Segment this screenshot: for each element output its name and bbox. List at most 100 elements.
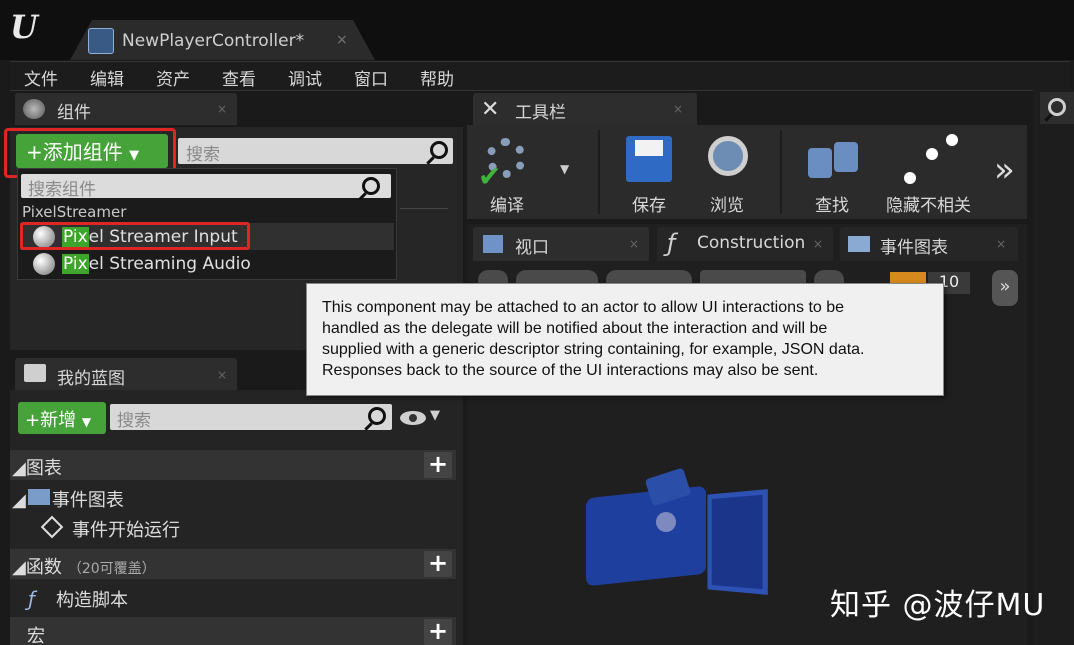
close-icon[interactable]: ×	[217, 102, 227, 116]
menu-view[interactable]: 查看	[222, 65, 256, 90]
book-icon	[24, 364, 46, 382]
menu-asset[interactable]: 资产	[156, 65, 190, 90]
magnifier-icon	[708, 136, 748, 176]
save-button[interactable]	[626, 136, 672, 182]
add-function-button[interactable]: +	[424, 551, 452, 577]
section-functions-label: ◢函数 （20可覆盖）	[12, 557, 156, 578]
menu-bar: 文件 编辑 资产 查看 调试 窗口 帮助	[10, 61, 1070, 91]
floppy-icon	[635, 140, 663, 156]
search-icon	[430, 141, 448, 159]
menu-edit[interactable]: 编辑	[90, 65, 124, 90]
node-dot	[946, 134, 958, 146]
camera-knob-shape	[656, 512, 676, 532]
add-macro-button[interactable]: +	[424, 619, 452, 645]
save-label: 保存	[632, 196, 666, 216]
tooltip-line: handled as the delegate will be notified…	[322, 320, 828, 337]
tab-event-graph[interactable]: 事件图表 ×	[840, 227, 1018, 261]
toolbar-separator	[780, 130, 782, 214]
dropdown-category-label: PixelStreamer	[22, 203, 127, 221]
menu-debug[interactable]: 调试	[288, 65, 322, 90]
compile-label: 编译	[490, 196, 524, 216]
close-icon[interactable]: ×	[813, 237, 823, 251]
components-search-placeholder: 搜索	[186, 145, 220, 165]
tooltip-line: This component may be attached to an act…	[322, 299, 845, 316]
viewport-icon	[483, 235, 503, 253]
components-icon	[23, 99, 45, 119]
toolbar-separator	[598, 130, 600, 214]
close-icon[interactable]: ×	[673, 102, 683, 116]
blueprint-search-input[interactable]	[110, 404, 392, 430]
blueprint-search-placeholder: 搜索	[117, 411, 151, 431]
tooltip-line: Responses back to the source of the UI i…	[322, 362, 819, 379]
construction-script-item[interactable]: 构造脚本	[56, 586, 128, 612]
close-icon[interactable]: ×	[629, 237, 639, 251]
begin-play-event-item[interactable]: 事件开始运行	[72, 516, 180, 542]
list-item-text: el Streaming Audio	[88, 254, 251, 274]
blueprint-class-icon	[88, 28, 114, 54]
viewport-overflow-icon[interactable]: »	[992, 270, 1018, 306]
camera-lens-shape	[707, 489, 768, 595]
document-tab-label: NewPlayerController*	[122, 31, 305, 51]
find-button[interactable]	[806, 138, 862, 184]
tab-viewport-label: 视口	[515, 238, 549, 258]
tab-components-label: 组件	[57, 103, 91, 123]
tab-construction[interactable]: ƒ Construction ×	[657, 227, 833, 261]
compile-button[interactable]: ✔	[478, 134, 534, 193]
tab-components[interactable]: 组件 ×	[15, 93, 237, 125]
binoculars-icon	[808, 148, 832, 178]
component-sphere-icon	[33, 253, 55, 275]
list-item-label: Pixel Streaming Audio	[62, 254, 251, 274]
menu-file[interactable]: 文件	[24, 65, 58, 90]
browse-label: 浏览	[710, 196, 744, 216]
watermark-text: 知乎 @波仔MU	[830, 588, 1046, 623]
section-macros[interactable]	[10, 617, 456, 645]
checkmark-icon: ✔	[478, 160, 502, 193]
eye-icon[interactable]	[400, 411, 426, 425]
tab-details[interactable]	[1040, 92, 1074, 124]
search-match-highlight: Pix	[62, 254, 89, 274]
menu-help[interactable]: 帮助	[420, 65, 454, 90]
function-icon: ƒ	[667, 229, 676, 257]
section-macros-label: 宏	[27, 626, 45, 645]
node-graph-icon	[904, 172, 916, 184]
search-icon	[368, 407, 386, 425]
function-icon: ƒ	[28, 587, 36, 611]
event-graph-item[interactable]: ◢ 事件图表	[12, 486, 124, 512]
find-label: 查找	[815, 196, 849, 216]
chevron-down-icon[interactable]: ▼	[430, 408, 440, 423]
chevron-down-icon[interactable]: ▼	[560, 162, 569, 176]
close-icon[interactable]: ×	[217, 368, 227, 382]
close-icon[interactable]: ×	[996, 237, 1006, 251]
node-dot	[926, 148, 938, 160]
wrench-icon: ✕	[481, 97, 500, 122]
tab-construction-label: Construction	[697, 233, 806, 253]
unreal-logo-icon: U	[10, 8, 38, 46]
close-icon[interactable]: ×	[336, 32, 348, 48]
section-graphs[interactable]	[10, 450, 456, 480]
section-graphs-label: ◢图表	[12, 458, 62, 479]
tab-toolbar-label: 工具栏	[515, 103, 566, 123]
details-panel-edge	[1033, 90, 1074, 645]
add-graph-button[interactable]: +	[424, 452, 452, 478]
hide-unrelated-label: 隐藏不相关	[886, 196, 971, 216]
binoculars-lens	[834, 142, 858, 172]
search-icon	[362, 177, 380, 195]
component-search-placeholder: 搜索组件	[28, 180, 96, 200]
event-graph-icon	[848, 236, 870, 252]
tab-toolbar[interactable]: ✕ 工具栏 ×	[473, 93, 697, 125]
tab-my-blueprint[interactable]: 我的蓝图 ×	[15, 358, 237, 390]
toolbar-overflow-icon[interactable]: »	[994, 150, 1015, 190]
tab-my-blueprint-label: 我的蓝图	[57, 369, 125, 389]
tooltip-line: supplied with a generic descriptor strin…	[322, 341, 865, 358]
tab-event-graph-label: 事件图表	[880, 238, 948, 258]
chevron-down-icon: ▼	[81, 415, 92, 429]
divider	[400, 208, 448, 209]
new-button-label: +新增 ▼	[25, 410, 92, 431]
tab-viewport[interactable]: 视口 ×	[473, 227, 649, 261]
menu-window[interactable]: 窗口	[354, 65, 388, 90]
highlight-frame	[20, 222, 250, 250]
search-icon	[1048, 98, 1066, 116]
browse-button[interactable]	[702, 134, 754, 188]
camera-body-shape	[586, 485, 706, 587]
hide-unrelated-button[interactable]	[900, 132, 960, 188]
